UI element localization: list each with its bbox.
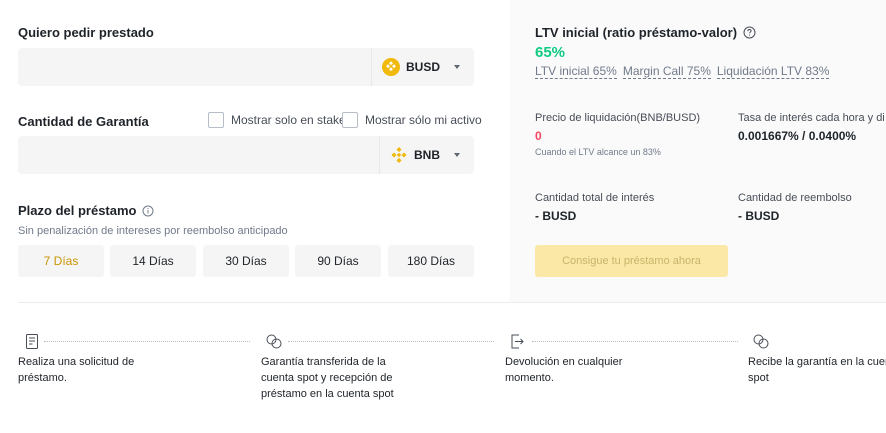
- section-divider: [18, 302, 886, 303]
- step-1-icon: [25, 334, 39, 354]
- info-icon[interactable]: [142, 205, 154, 217]
- term-option-30[interactable]: 30 Días: [203, 245, 289, 277]
- margin-call: Margin Call 75%: [622, 64, 711, 79]
- liquidation-price-value: 0: [535, 129, 542, 143]
- collateral-coin-name: BNB: [414, 148, 440, 162]
- term-option-7[interactable]: 7 Días: [18, 245, 104, 277]
- repayment-label: Cantidad de reembolso: [738, 192, 852, 204]
- total-interest-value: - BUSD: [535, 209, 577, 223]
- borrow-coin-name: BUSD: [405, 60, 440, 74]
- term-option-14[interactable]: 14 Días: [110, 245, 196, 277]
- ltv-initial: LTV inicial 65%: [535, 64, 617, 79]
- ltv-value: 65%: [535, 44, 566, 61]
- step-4-icon: [753, 334, 769, 354]
- step-connector: [288, 341, 494, 342]
- step-3-icon: [510, 334, 525, 354]
- term-label: Plazo del préstamo: [18, 203, 137, 218]
- interest-rate-value: 0.001667% / 0.0400%: [738, 129, 857, 143]
- busd-icon: [381, 58, 400, 76]
- step-3-text: Devolución en cualquier momento.: [505, 356, 623, 384]
- liquidation-price-label: Precio de liquidación(BNB/BUSD): [535, 112, 701, 124]
- step-1-text: Realiza una solicitud de préstamo.: [18, 356, 135, 384]
- collateral-coin-select[interactable]: BNB: [379, 136, 466, 174]
- collateral-label: Cantidad de Garantía: [18, 114, 149, 129]
- step-2-text: Garantía transferida de la cuenta spot y…: [261, 356, 394, 400]
- collateral-amount-input[interactable]: BNB: [18, 136, 474, 174]
- step-connector: [532, 341, 738, 342]
- term-note: Sin penalización de intereses por reembo…: [18, 225, 288, 237]
- step-2-icon: [266, 334, 282, 354]
- liquidation-price-note: Cuando el LTV alcance un 83%: [535, 147, 661, 157]
- interest-rate-label: Tasa de interés cada hora y di: [738, 112, 885, 124]
- term-option-180[interactable]: 180 Días: [388, 245, 474, 277]
- borrow-label: Quiero pedir prestado: [18, 25, 154, 40]
- get-loan-button[interactable]: Consigue tu préstamo ahora: [535, 245, 728, 277]
- step-4-text: Recibe la garantía en la cuen spot: [748, 356, 886, 384]
- help-icon[interactable]: [743, 26, 756, 39]
- ltv-title: LTV inicial (ratio préstamo-valor): [535, 25, 738, 40]
- bnb-icon: [390, 146, 408, 164]
- my-assets-checkbox[interactable]: [342, 112, 358, 128]
- liquidation-ltv: Liquidación LTV 83%: [716, 64, 830, 79]
- chevron-down-icon: [454, 153, 460, 157]
- step-connector: [44, 341, 250, 342]
- stake-only-checkbox[interactable]: [208, 112, 224, 128]
- chevron-down-icon: [454, 65, 460, 69]
- borrow-amount-input[interactable]: BUSD: [18, 48, 474, 86]
- term-option-90[interactable]: 90 Días: [295, 245, 381, 277]
- loan-summary-panel: LTV inicial (ratio préstamo-valor) 65% L…: [510, 0, 886, 302]
- my-assets-label: Mostrar sólo mi activo: [365, 113, 482, 127]
- total-interest-label: Cantidad total de interés: [535, 192, 655, 204]
- repayment-value: - BUSD: [738, 209, 780, 223]
- stake-only-label: Mostrar solo en stake: [231, 113, 346, 127]
- borrow-coin-select[interactable]: BUSD: [370, 48, 466, 86]
